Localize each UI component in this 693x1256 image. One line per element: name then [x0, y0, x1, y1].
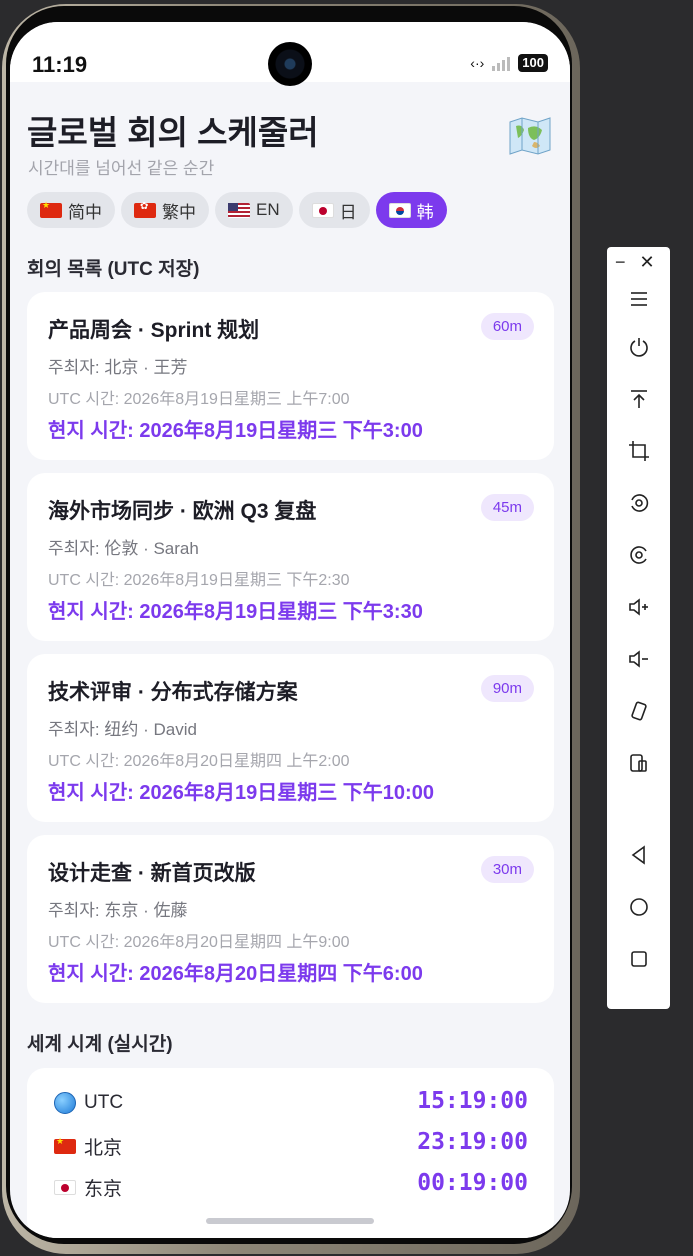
power-icon[interactable]: [607, 327, 670, 367]
clock-row: UTC 15:19:00: [54, 1088, 528, 1120]
world-clock-section-title: 세계 시계 (실시간): [27, 1034, 173, 1055]
clock-time: 00:19:00: [417, 1170, 528, 1196]
page-subtitle: 시간대를 넘어선 같은 순간: [28, 159, 215, 178]
lang-chip-zh-hans[interactable]: 简中: [27, 192, 115, 228]
meeting-utc-time: UTC 시간: 2026年8月19日星期三 上午7:00: [48, 391, 350, 408]
meeting-title: 产品周会 · Sprint 规划: [48, 319, 260, 342]
lang-chip-label: 日: [339, 202, 357, 222]
world-map-icon: [509, 117, 551, 155]
status-icons: ‹·› 100: [470, 54, 548, 72]
meeting-local-time: 현지 시간: 2026年8月19日星期三 下午3:00: [48, 420, 423, 442]
meeting-title: 海外市场同步 · 欧洲 Q3 复盘: [48, 500, 317, 523]
minimize-icon[interactable]: −: [615, 251, 626, 273]
lang-chip-label: EN: [256, 200, 280, 219]
meeting-utc-time: UTC 시간: 2026年8月20日星期四 上午9:00: [48, 934, 350, 951]
language-selector: 简中 繁中 EN 日 韩: [27, 192, 447, 228]
screenshot-icon[interactable]: [607, 535, 670, 575]
meeting-title: 技术评审 · 分布式存储方案: [48, 681, 298, 704]
clock-city: 北京: [84, 1138, 123, 1159]
meeting-utc-time: UTC 시간: 2026年8月19日星期三 下午2:30: [48, 572, 350, 589]
flag-kr-icon: [388, 202, 411, 218]
clock-city: 东京: [84, 1179, 123, 1200]
recents-icon[interactable]: [607, 939, 670, 979]
battery-icon: 100: [518, 54, 548, 72]
flag-cn-icon: [54, 1136, 76, 1154]
flag-us-icon: [228, 202, 250, 218]
clock-time: 23:19:00: [417, 1129, 528, 1155]
volume-down-icon[interactable]: [607, 639, 670, 679]
clock-row: 东京 00:19:00: [54, 1170, 528, 1202]
home-icon[interactable]: [607, 887, 670, 927]
meetings-section-title: 회의 목록 (UTC 저장): [27, 259, 200, 280]
scroll-top-icon[interactable]: [607, 379, 670, 419]
home-indicator[interactable]: [206, 1218, 374, 1224]
status-bar: 11:19 ‹·› 100: [10, 22, 570, 86]
meeting-card[interactable]: 产品周会 · Sprint 规划 60m 주최자: 北京 · 王芳 UTC 시간…: [27, 292, 554, 460]
app-screen: 11:19 ‹·› 100 글로벌 회의 스케줄러 시간대를 넘어선 같은 순간…: [10, 22, 570, 1238]
data-transfer-icon: ‹·›: [470, 55, 485, 71]
meeting-host: 주최자: 伦敦 · Sarah: [48, 539, 199, 558]
clock-time: 15:19:00: [417, 1088, 528, 1114]
lang-chip-label: 简中: [68, 202, 102, 222]
world-clock-card: UTC 15:19:00 北京 23:19:00 东京 00:19:00: [27, 1068, 554, 1238]
duration-badge: 60m: [480, 313, 534, 340]
lang-chip-ko[interactable]: 韩: [375, 192, 447, 228]
meeting-local-time: 현지 시간: 2026年8月20日星期四 下午6:00: [48, 963, 423, 985]
lang-chip-ja[interactable]: 日: [298, 192, 370, 228]
meeting-local-time: 현지 시간: 2026年8月19日星期三 下午10:00: [48, 782, 434, 804]
flag-cn-icon: [40, 200, 62, 218]
close-icon[interactable]: ✕: [640, 251, 655, 273]
meeting-card[interactable]: 海外市场同步 · 欧洲 Q3 复盘 45m 주최자: 伦敦 · Sarah UT…: [27, 473, 554, 641]
meeting-title: 设计走查 · 新首页改版: [48, 862, 256, 885]
screen-record-icon[interactable]: [607, 483, 670, 523]
status-time: 11:19: [32, 52, 88, 77]
meeting-utc-time: UTC 시간: 2026年8月20日星期四 上午2:00: [48, 753, 350, 770]
lang-chip-label: 繁中: [162, 202, 196, 222]
clock-city: UTC: [84, 1092, 124, 1113]
clock-label: UTC: [54, 1092, 123, 1114]
meeting-host: 주최자: 纽约 · David: [48, 720, 197, 739]
flag-jp-icon: [54, 1180, 76, 1195]
lang-chip-zh-hant[interactable]: 繁中: [121, 192, 209, 228]
rotate-icon[interactable]: [607, 691, 670, 731]
emulator-toolbar: − ✕: [607, 247, 670, 1009]
page-title: 글로벌 회의 스케줄러: [27, 114, 319, 151]
lang-chip-en[interactable]: EN: [215, 192, 293, 228]
menu-icon[interactable]: [607, 279, 670, 319]
meeting-host: 주최자: 北京 · 王芳: [48, 358, 188, 377]
volume-up-icon[interactable]: [607, 587, 670, 627]
duration-badge: 30m: [480, 856, 534, 883]
globe-icon: [54, 1092, 76, 1114]
signal-icon: [492, 55, 511, 71]
clock-label: 北京: [54, 1133, 122, 1160]
lang-chip-label: 韩: [416, 202, 434, 222]
duration-badge: 90m: [480, 675, 534, 702]
clock-row: 北京 23:19:00: [54, 1129, 528, 1161]
meeting-host: 주최자: 东京 · 佐藤: [48, 901, 188, 920]
back-icon[interactable]: [607, 835, 670, 875]
device-icon[interactable]: [607, 743, 670, 783]
duration-badge: 45m: [480, 494, 534, 521]
meeting-card[interactable]: 设计走查 · 新首页改版 30m 주최자: 东京 · 佐藤 UTC 시간: 20…: [27, 835, 554, 1003]
crop-icon[interactable]: [607, 431, 670, 471]
clock-label: 东京: [54, 1174, 122, 1201]
flag-hk-icon: [134, 201, 156, 218]
front-camera: [268, 42, 312, 86]
flag-jp-icon: [311, 202, 334, 218]
meeting-local-time: 현지 시간: 2026年8月19日星期三 下午3:30: [48, 601, 423, 623]
meeting-card[interactable]: 技术评审 · 分布式存储方案 90m 주최자: 纽约 · David UTC 시…: [27, 654, 554, 822]
